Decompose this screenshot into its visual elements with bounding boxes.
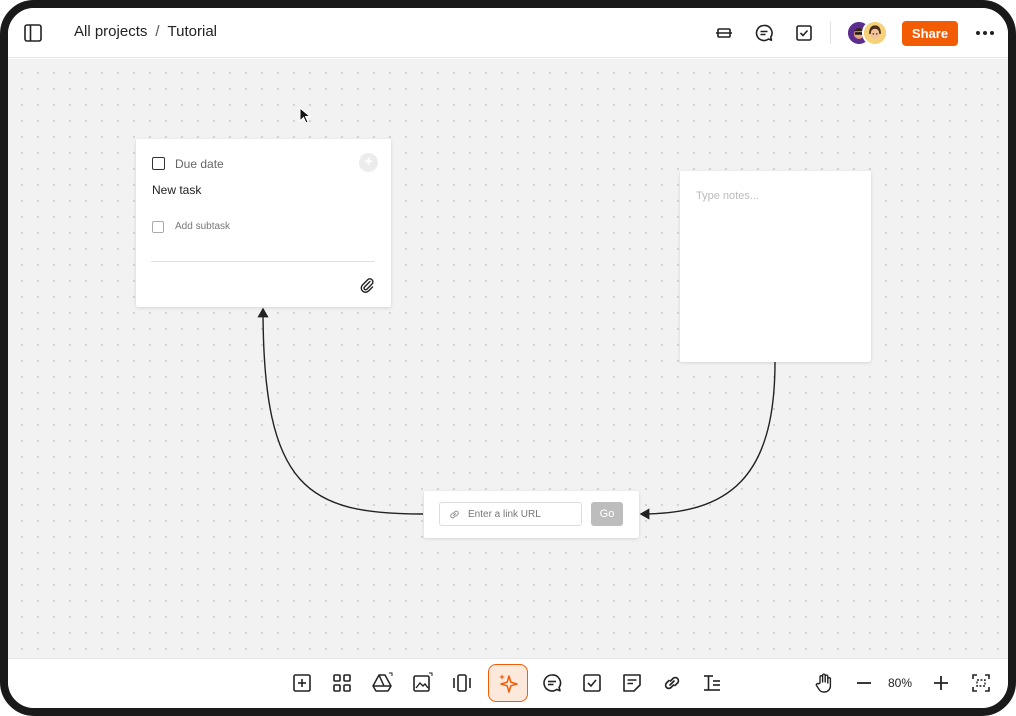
bottom-toolbar: 80% xyxy=(8,658,1008,708)
breadcrumb-all-projects[interactable]: All projects xyxy=(74,23,147,40)
zoom-out-icon[interactable] xyxy=(853,672,875,694)
mouse-cursor-icon xyxy=(299,107,311,124)
due-date-label[interactable]: Due date xyxy=(175,157,224,171)
card-divider xyxy=(151,261,375,262)
text-format-icon[interactable] xyxy=(701,672,723,694)
go-button[interactable]: Go xyxy=(591,502,623,526)
ai-assistant-button[interactable] xyxy=(488,664,528,702)
subtask-checkbox[interactable] xyxy=(152,221,164,233)
paperclip-icon[interactable] xyxy=(359,277,375,293)
due-date-checkbox[interactable] xyxy=(152,157,165,170)
more-horizontal-icon[interactable] xyxy=(974,23,996,43)
zoom-in-icon[interactable] xyxy=(930,672,952,694)
task-card[interactable]: Due date + New task Add subtask xyxy=(136,139,391,307)
zoom-level[interactable]: 80% xyxy=(888,676,912,690)
board-canvas[interactable]: Due date + New task Add subtask Type not… xyxy=(8,59,1008,658)
link-card[interactable]: Go xyxy=(424,491,639,538)
fit-to-screen-icon[interactable] xyxy=(970,672,992,694)
comment-icon[interactable] xyxy=(754,23,774,43)
breadcrumb: All projects / Tutorial xyxy=(74,23,217,40)
sidebar-toggle-icon[interactable] xyxy=(24,24,42,42)
grid-icon[interactable] xyxy=(331,672,353,694)
link-icon xyxy=(450,510,459,519)
task-check-icon[interactable] xyxy=(581,672,603,694)
task-check-icon[interactable] xyxy=(794,23,814,43)
card-view-icon[interactable] xyxy=(714,23,734,43)
collaborator-avatars[interactable] xyxy=(846,20,890,46)
connector-note-link xyxy=(639,361,776,520)
breadcrumb-current: Tutorial xyxy=(167,23,217,40)
drive-icon[interactable] xyxy=(371,672,393,694)
add-plus-icon[interactable]: + xyxy=(359,153,378,172)
add-board-icon[interactable] xyxy=(291,672,313,694)
top-bar: All projects / Tutorial Share xyxy=(8,8,1008,58)
note-card[interactable]: Type notes... xyxy=(680,171,871,362)
add-subtask-label[interactable]: Add subtask xyxy=(175,221,230,232)
connector-task-link xyxy=(257,307,424,515)
breadcrumb-separator: / xyxy=(155,23,160,40)
app-window: All projects / Tutorial Share Due date +… xyxy=(0,0,1016,716)
image-icon[interactable] xyxy=(411,672,433,694)
link-icon[interactable] xyxy=(661,672,683,694)
share-button[interactable]: Share xyxy=(902,21,958,46)
toolbar-divider xyxy=(830,22,831,44)
ai-sparkle-icon xyxy=(499,674,518,693)
comment-icon[interactable] xyxy=(541,672,563,694)
carousel-icon[interactable] xyxy=(451,672,473,694)
note-placeholder[interactable]: Type notes... xyxy=(696,190,759,202)
note-icon[interactable] xyxy=(621,672,643,694)
avatar[interactable] xyxy=(862,20,888,46)
hand-pan-icon[interactable] xyxy=(813,672,835,694)
task-title[interactable]: New task xyxy=(152,183,201,197)
